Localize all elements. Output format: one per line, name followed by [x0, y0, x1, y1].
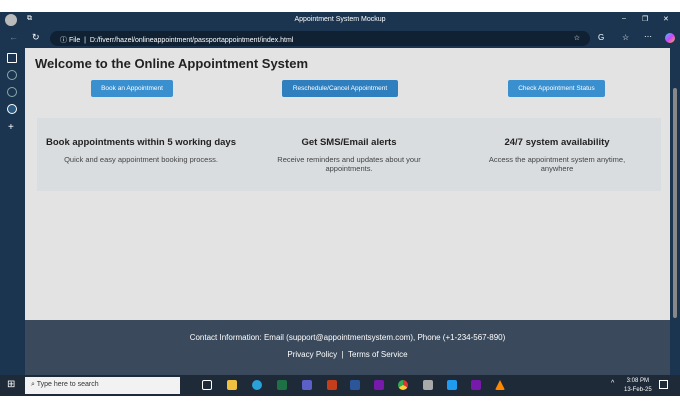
teams-icon[interactable]	[302, 380, 312, 390]
reschedule-cancel-button[interactable]: Reschedule/Cancel Appointment	[282, 80, 398, 97]
tray-chevron-icon[interactable]: ^	[611, 380, 614, 387]
terms-of-service-link[interactable]: Terms of Service	[348, 350, 408, 359]
sidebar-panel-icon[interactable]	[7, 53, 17, 63]
book-appointment-button[interactable]: Book an Appointment	[91, 80, 173, 97]
sidebar-globe-icon-active[interactable]	[7, 104, 17, 114]
url-scheme: File	[68, 37, 81, 44]
refresh-icon[interactable]: ↻	[32, 32, 40, 43]
favorites-icon[interactable]: ☆	[622, 33, 629, 42]
feature-card: 24/7 system availability Access the appo…	[453, 118, 661, 191]
feature-card: Get SMS/Email alerts Receive reminders a…	[245, 118, 453, 191]
word-icon[interactable]	[350, 380, 360, 390]
url-text: D:/fiverr/hazel/onlineappointment/passpo…	[89, 37, 294, 44]
privacy-policy-link[interactable]: Privacy Policy	[287, 350, 337, 359]
powerpoint-icon[interactable]	[327, 380, 337, 390]
sidebar-globe-icon[interactable]	[7, 87, 17, 97]
clock-time: 3:08 PM	[626, 378, 650, 384]
feature-card: Book appointments within 5 working days …	[37, 118, 245, 191]
file-explorer-icon[interactable]	[227, 380, 237, 390]
taskbar: ⊞ ⌕ Type here to search ^ 3:08 PM 13-Feb…	[0, 375, 680, 396]
vscode-icon[interactable]	[447, 380, 457, 390]
app-icon[interactable]	[423, 380, 433, 390]
title-bar: ⧉ Appointment System Mockup – ❐ ✕	[0, 12, 680, 29]
check-status-button[interactable]: Check Appointment Status	[508, 80, 605, 97]
feature-title: Book appointments within 5 working days	[45, 137, 237, 148]
feature-title: 24/7 system availability	[504, 137, 610, 148]
clock[interactable]: 3:08 PM 13-Feb-25	[624, 377, 652, 395]
back-icon[interactable]: ←	[9, 32, 18, 42]
feature-desc: Access the appointment system anytime, a…	[488, 155, 626, 173]
add-icon[interactable]: +	[8, 122, 14, 133]
onenote-icon-2[interactable]	[471, 380, 481, 390]
window-title: Appointment System Mockup	[294, 16, 386, 23]
url-field[interactable]: ⓘ File | D:/fiverr/hazel/onlineappointme…	[50, 31, 590, 46]
chrome-icon[interactable]	[398, 380, 408, 390]
page-footer: Contact Information: Email (support@appo…	[25, 320, 670, 375]
feature-desc: Receive reminders and updates about your…	[277, 155, 421, 173]
notifications-icon[interactable]	[659, 380, 668, 389]
excel-icon[interactable]	[277, 380, 287, 390]
browser-sidebar: +	[0, 48, 25, 375]
clock-date: 13-Feb-25	[624, 387, 652, 393]
onenote-icon[interactable]	[374, 380, 384, 390]
address-bar-row: ← ↻ ⓘ File | D:/fiverr/hazel/onlineappoi…	[0, 29, 680, 48]
page-content: Welcome to the Online Appointment System…	[25, 48, 670, 320]
start-windows-icon[interactable]: ⊞	[7, 379, 15, 390]
contact-info: Contact Information: Email (support@appo…	[189, 333, 506, 342]
minimize-button[interactable]: –	[622, 15, 626, 22]
scrollbar[interactable]	[670, 48, 680, 375]
edge-icon[interactable]	[252, 380, 262, 390]
close-button[interactable]: ✕	[663, 15, 669, 23]
restore-button[interactable]: ❐	[642, 15, 648, 23]
task-view-icon[interactable]	[202, 380, 212, 390]
vlc-icon[interactable]	[495, 380, 505, 390]
feature-desc: Quick and easy appointment booking proce…	[64, 155, 218, 164]
extensions-icon[interactable]: G	[598, 33, 604, 42]
info-icon: ⓘ	[60, 37, 69, 44]
search-placeholder: Type here to search	[36, 381, 99, 388]
footer-separator: |	[341, 350, 344, 359]
favorite-star-icon[interactable]: ☆	[574, 34, 580, 42]
more-menu-icon[interactable]: ⋯	[644, 32, 652, 41]
copilot-icon[interactable]	[665, 33, 675, 43]
sidebar-globe-icon[interactable]	[7, 70, 17, 80]
scrollbar-thumb[interactable]	[673, 88, 677, 318]
feature-title: Get SMS/Email alerts	[301, 137, 397, 148]
taskbar-search[interactable]: ⌕ Type here to search	[25, 377, 180, 394]
page-title: Welcome to the Online Appointment System	[35, 56, 309, 71]
